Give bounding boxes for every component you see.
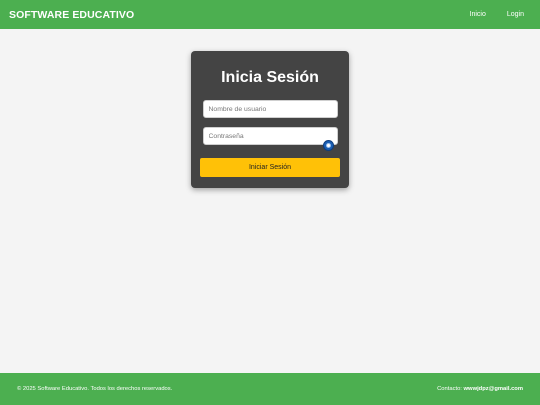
- footer-contact-label: Contacto:: [437, 386, 464, 392]
- nav-link-inicio[interactable]: Inicio: [470, 11, 486, 18]
- password-input[interactable]: [202, 127, 338, 145]
- login-card: Inicia Sesión Iniciar Sesión: [191, 51, 349, 188]
- password-field-wrapper: [202, 127, 338, 151]
- show-password-toggle[interactable]: [322, 140, 334, 151]
- footer-contact-email: wwwjdpz@gmail.com: [463, 386, 523, 392]
- nav-menu: Inicio Login: [449, 11, 531, 18]
- username-input[interactable]: [202, 100, 338, 118]
- footer: © 2025 Software Educativo. Todos los der…: [0, 373, 540, 405]
- login-title: Inicia Sesión: [221, 69, 319, 86]
- footer-contact: Contacto: wwwjdpz@gmail.com: [437, 386, 523, 392]
- brand-title: SOFTWARE EDUCATIVO: [9, 8, 135, 21]
- footer-copyright: © 2025 Software Educativo. Todos los der…: [17, 386, 173, 392]
- nav-link-login[interactable]: Login: [507, 11, 524, 18]
- top-navbar: SOFTWARE EDUCATIVO Inicio Login: [0, 0, 540, 29]
- login-button[interactable]: Iniciar Sesión: [200, 158, 340, 177]
- page: SOFTWARE EDUCATIVO Inicio Login Inicia S…: [0, 0, 540, 405]
- eye-icon: [325, 143, 331, 148]
